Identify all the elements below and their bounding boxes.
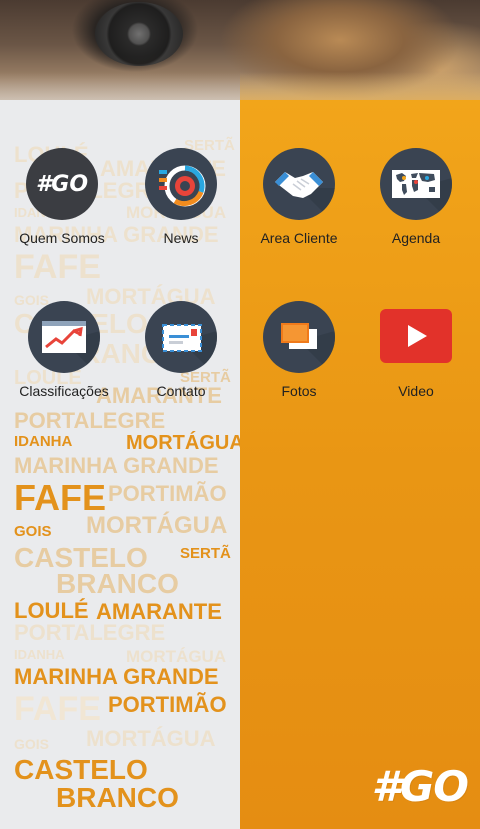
menu-item-area-cliente[interactable]: Area Cliente [239, 148, 359, 278]
menu-label: Area Cliente [260, 230, 338, 246]
menu-label: Video [398, 383, 434, 399]
wc-portimao: PORTIMÃO [108, 692, 227, 717]
wc-gois: GOIS [14, 523, 52, 540]
wc-mortagua: MORTÁGUA [126, 432, 240, 454]
menu-item-agenda[interactable]: Agenda [356, 148, 476, 278]
wc-loule: LOULÉ [14, 598, 89, 623]
wc-mortagua: MORTÁGUA [86, 726, 216, 751]
menu-item-fotos[interactable]: Fotos [239, 301, 359, 431]
wc-marinha-grande: MARINHA GRANDE [14, 453, 219, 478]
wc-portimao: PORTIMÃO [108, 481, 227, 506]
wc-branco: BRANCO [56, 782, 179, 813]
menu-label: Contato [156, 383, 206, 399]
go-brand-logo: #GO [371, 762, 469, 811]
wc-idanha: IDANHA [14, 647, 65, 662]
menu-label: Classificações [19, 383, 109, 399]
handshake-icon [263, 148, 335, 220]
wc-gois: GOIS [14, 736, 50, 752]
wc-castelo: CASTELO [14, 754, 148, 785]
menu-label: Fotos [281, 383, 317, 399]
menu-item-contato[interactable]: Contato [121, 301, 241, 431]
car-wheel-image [95, 2, 183, 66]
app-screen: LOULÉ AMARANTE SERTÃ PORTALEGRE IDANHA M… [0, 0, 480, 829]
wc-serta: SERTÃ [180, 545, 231, 562]
menu-item-quem-somos[interactable]: #GO Quem Somos [2, 148, 122, 278]
menu-item-news[interactable]: News [121, 148, 241, 278]
go-logo-icon: #GO [26, 148, 98, 220]
wc-mortagua: MORTÁGUA [86, 512, 228, 539]
menu-label: Agenda [391, 230, 441, 246]
wc-marinha-grande: MARINHA GRANDE [14, 664, 219, 689]
wc-idanha: IDANHA [14, 433, 73, 450]
svg-text:#GO: #GO [36, 172, 88, 197]
world-map-icon [380, 148, 452, 220]
wc-portalegre: PORTALEGRE [14, 620, 166, 645]
menu-label: Quem Somos [19, 230, 105, 246]
chart-ring-icon [145, 148, 217, 220]
youtube-play-icon [380, 309, 452, 363]
menu-item-classificacoes[interactable]: Classificações [4, 301, 124, 431]
trend-chart-icon [28, 301, 100, 373]
wc-fafe: FAFE [14, 690, 101, 728]
wc-mortagua: MORTÁGUA [126, 647, 227, 666]
envelope-icon [145, 301, 217, 373]
photos-icon [263, 301, 335, 373]
wc-fafe: FAFE [14, 477, 107, 518]
menu-label: News [163, 230, 199, 246]
menu-item-video[interactable]: Video [356, 301, 476, 431]
wc-branco: BRANCO [56, 568, 179, 599]
header-photo [0, 0, 480, 112]
